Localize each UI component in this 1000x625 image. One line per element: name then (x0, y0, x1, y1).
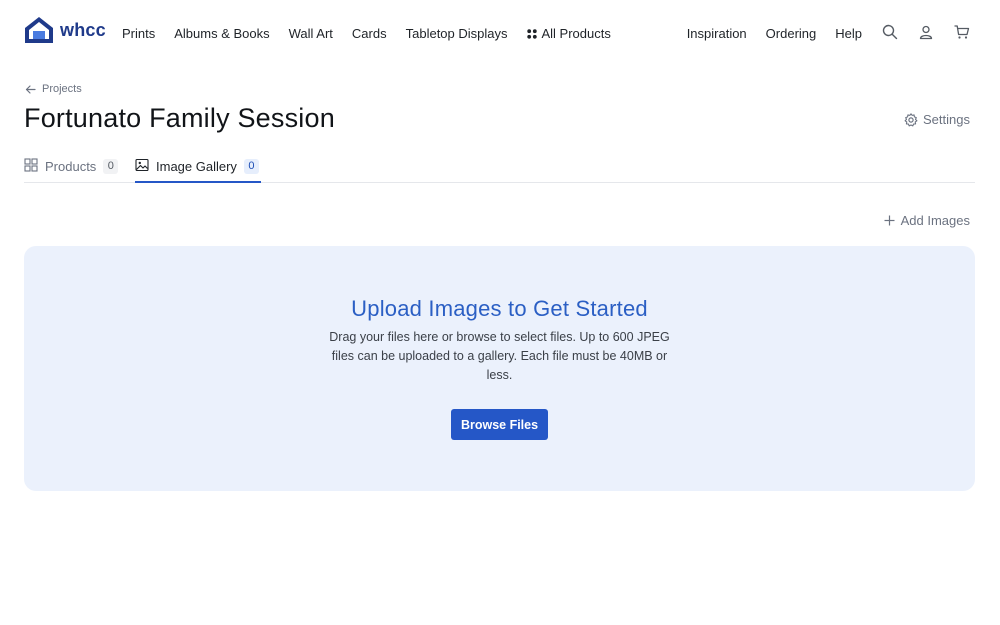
tab-bar: Products 0 Image Gallery 0 (24, 156, 975, 183)
primary-nav: Prints Albums & Books Wall Art Cards Tab… (122, 26, 611, 41)
nav-all-products-label: All Products (541, 26, 611, 41)
tab-products-label: Products (45, 159, 97, 174)
nav-ordering[interactable]: Ordering (766, 26, 817, 41)
tab-products[interactable]: Products 0 (24, 156, 119, 183)
gear-icon (904, 112, 918, 126)
nav-cards[interactable]: Cards (352, 26, 387, 41)
dropzone-description: Drag your files here or browse to select… (329, 330, 670, 382)
header-icon-group (882, 24, 970, 40)
whcc-logo[interactable]: whcc (24, 16, 106, 44)
nav-tabletop-displays[interactable]: Tabletop Displays (406, 26, 508, 41)
browse-files-button[interactable]: Browse Files (451, 409, 548, 440)
tab-image-gallery-label: Image Gallery (156, 159, 237, 174)
nav-prints[interactable]: Prints (122, 26, 155, 41)
upload-dropzone[interactable]: Upload Images to Get Started Drag your f… (24, 246, 975, 491)
tab-image-gallery[interactable]: Image Gallery 0 (135, 156, 261, 183)
search-icon[interactable] (882, 24, 898, 40)
settings-label: Settings (923, 112, 970, 127)
grid-icon (24, 158, 38, 172)
secondary-nav: Inspiration Ordering Help (687, 26, 862, 41)
dropzone-title: Upload Images to Get Started (351, 296, 648, 321)
brand-name: whcc (60, 19, 106, 40)
gallery-count-badge: 0 (243, 159, 259, 174)
top-navigation: whcc Prints Albums & Books Wall Art Card… (0, 0, 1000, 68)
page-title: Fortunato Family Session (24, 103, 335, 133)
cart-icon[interactable] (954, 24, 970, 40)
breadcrumb[interactable]: Projects (25, 83, 82, 95)
nav-all-products[interactable]: All Products (526, 26, 611, 41)
breadcrumb-projects: Projects (42, 83, 82, 95)
add-images-label: Add Images (900, 213, 970, 228)
plus-icon (884, 215, 895, 226)
user-icon[interactable] (918, 24, 934, 40)
house-logo-icon (25, 17, 53, 43)
nav-help[interactable]: Help (835, 26, 862, 41)
nav-inspiration[interactable]: Inspiration (687, 26, 747, 41)
nav-albums-books[interactable]: Albums & Books (174, 26, 269, 41)
add-images-button[interactable]: Add Images (884, 213, 970, 228)
image-icon (135, 158, 149, 172)
settings-button[interactable]: Settings (904, 112, 970, 127)
nav-wall-art[interactable]: Wall Art (289, 26, 333, 41)
products-count-badge: 0 (103, 159, 119, 174)
arrow-left-icon (25, 84, 36, 94)
four-dots-icon (526, 28, 537, 39)
